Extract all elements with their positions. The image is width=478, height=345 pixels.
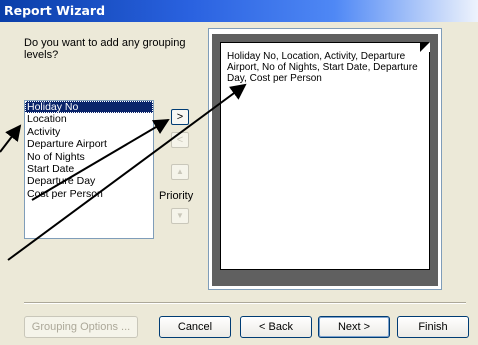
preview-field-text: Holiday No, Location, Activity, Departur… xyxy=(227,51,418,84)
window-title: Report Wizard xyxy=(4,3,106,18)
add-grouping-button[interactable]: > xyxy=(171,109,189,125)
preview-page: Holiday No, Location, Activity, Departur… xyxy=(220,42,430,270)
list-item-cost-per-person[interactable]: Cost per Person xyxy=(25,188,153,200)
list-item-activity[interactable]: Activity xyxy=(25,126,153,138)
list-item-no-of-nights[interactable]: No of Nights xyxy=(25,151,153,163)
arrow-to-field-list xyxy=(0,124,22,153)
title-bar: Report Wizard xyxy=(0,0,478,22)
remove-grouping-button[interactable]: < xyxy=(171,132,189,148)
list-item-departure-day[interactable]: Departure Day xyxy=(25,175,153,187)
finish-button[interactable]: Finish xyxy=(397,316,469,338)
next-button[interactable]: Next > xyxy=(318,316,390,338)
list-item-holiday-no[interactable]: Holiday No xyxy=(25,101,153,114)
priority-down-button[interactable]: ▼ xyxy=(171,208,189,224)
list-item-departure-airport[interactable]: Departure Airport xyxy=(25,138,153,150)
priority-label: Priority xyxy=(159,190,194,202)
available-fields-list[interactable]: Holiday No Location Activity Departure A… xyxy=(24,100,154,239)
report-wizard-window: Report Wizard Do you want to add any gro… xyxy=(0,0,478,345)
cancel-button[interactable]: Cancel xyxy=(159,316,231,338)
back-button[interactable]: < Back xyxy=(240,316,312,338)
grouping-question: Do you want to add any grouping levels? xyxy=(24,37,186,61)
list-item-location[interactable]: Location xyxy=(25,113,153,125)
priority-up-button[interactable]: ▲ xyxy=(171,164,189,180)
grouping-options-button[interactable]: Grouping Options ... xyxy=(24,316,138,338)
list-item-start-date[interactable]: Start Date xyxy=(25,163,153,175)
button-separator xyxy=(24,302,466,304)
